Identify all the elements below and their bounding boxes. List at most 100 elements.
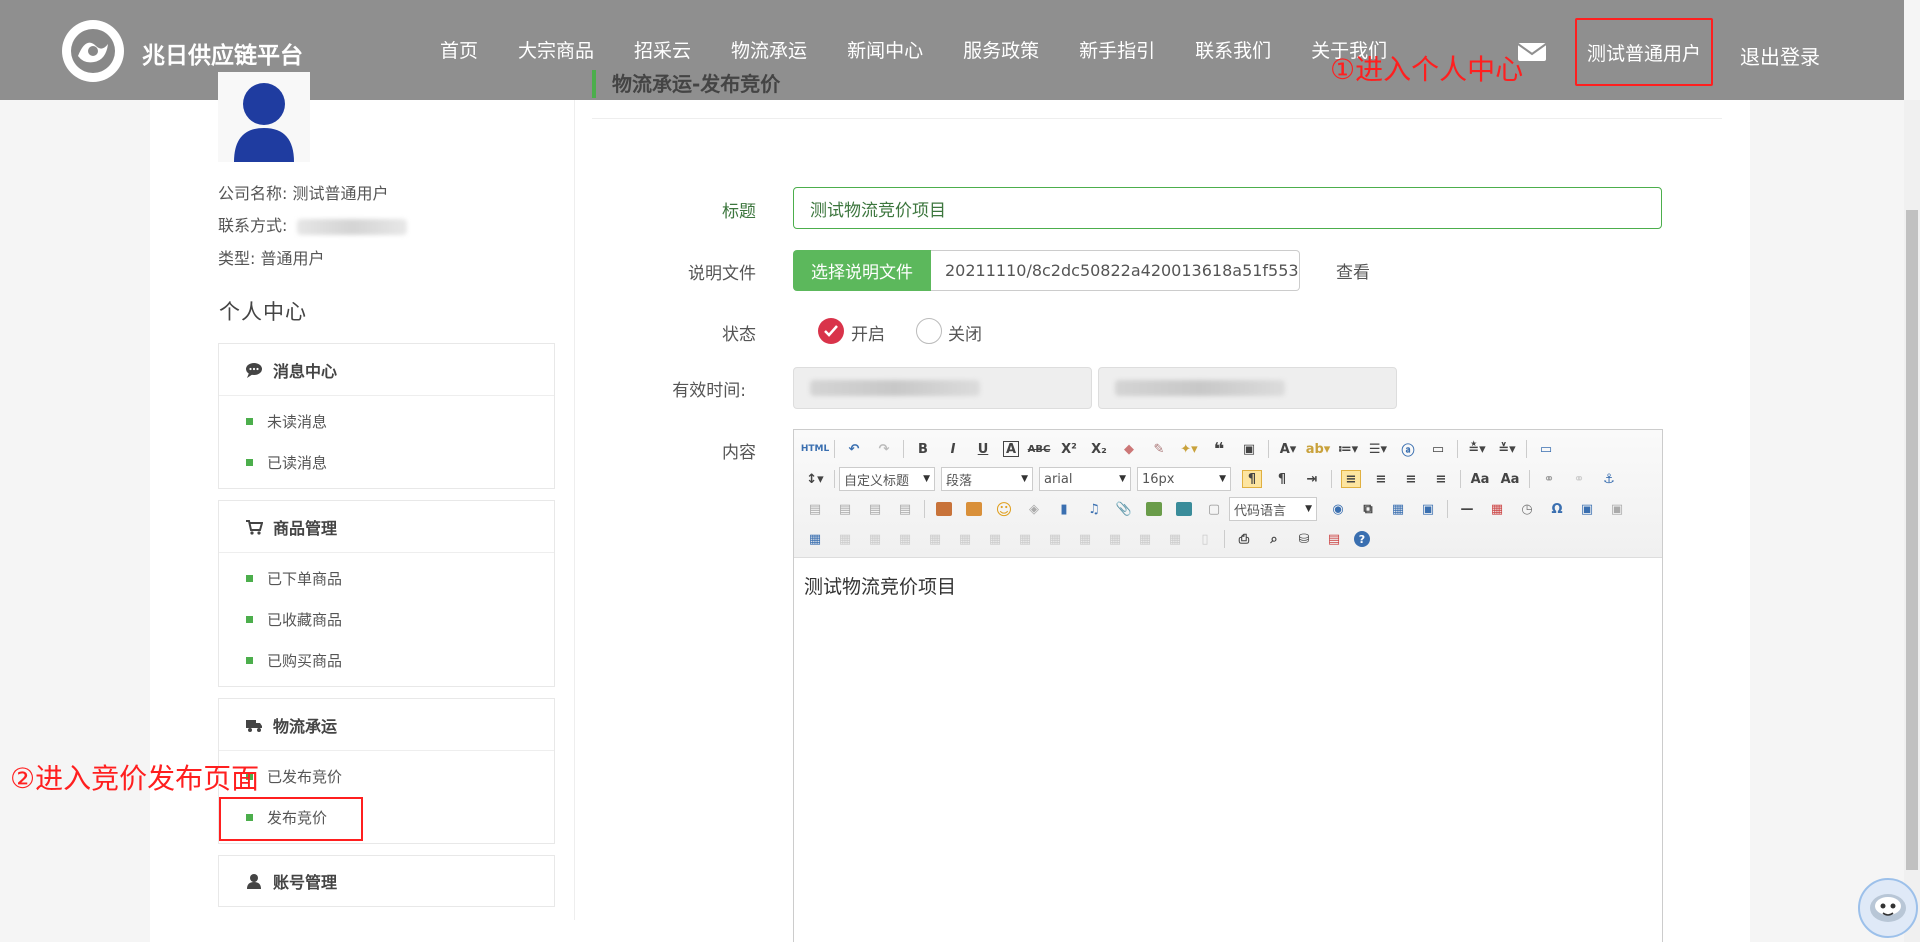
delete-table-icon[interactable]: ▦: [835, 530, 855, 548]
align-left-icon[interactable]: ≡: [1341, 470, 1361, 488]
page-scrollbar[interactable]: [1904, 100, 1920, 942]
scrollbar-thumb[interactable]: [1906, 210, 1918, 870]
nav-procurement[interactable]: 招采云: [634, 36, 691, 63]
nav-contact[interactable]: 联系我们: [1195, 36, 1271, 63]
nav-guide[interactable]: 新手指引: [1079, 36, 1155, 63]
auto-format-icon[interactable]: ✦▾: [1179, 440, 1199, 458]
nav-news[interactable]: 新闻中心: [847, 36, 923, 63]
uppercase-icon[interactable]: Aa: [1470, 470, 1490, 488]
status-off-radio[interactable]: [916, 318, 942, 344]
paste-text-icon[interactable]: ▣: [1239, 440, 1259, 458]
nav-policy[interactable]: 服务政策: [963, 36, 1039, 63]
preview-search-icon[interactable]: ⌕: [1264, 530, 1284, 548]
italic-icon[interactable]: I: [943, 440, 963, 458]
split-cols-icon[interactable]: ▦: [1165, 530, 1185, 548]
select-all-icon[interactable]: ⓐ: [1398, 440, 1418, 459]
anchor-icon[interactable]: ⚓: [1599, 470, 1619, 488]
format-painter-icon[interactable]: ✎: [1149, 440, 1169, 458]
emotion-icon[interactable]: ☺: [994, 500, 1014, 519]
logout-link[interactable]: 退出登录: [1740, 41, 1820, 70]
nav-commodities[interactable]: 大宗商品: [518, 36, 594, 63]
brand-name[interactable]: 兆日供应链平台: [142, 36, 303, 70]
editor-content[interactable]: 测试物流竞价项目: [794, 558, 1662, 613]
draft-icon[interactable]: ▤: [1324, 530, 1344, 548]
merge-down-icon[interactable]: ▦: [1075, 530, 1095, 548]
preview-icon[interactable]: ▭: [1536, 440, 1556, 458]
rtl-direction-icon[interactable]: ¶: [1272, 470, 1292, 488]
user-center-link[interactable]: 测试普通用户: [1587, 39, 1701, 66]
ltr-direction-icon[interactable]: ¶: [1242, 470, 1262, 488]
font-color-icon[interactable]: A▾: [1278, 440, 1298, 458]
snapscreen-icon[interactable]: ▣: [1418, 500, 1438, 518]
insert-row-icon[interactable]: ▦: [895, 530, 915, 548]
nav-home[interactable]: 首页: [440, 36, 478, 63]
view-file-link[interactable]: 查看: [1336, 258, 1370, 283]
insert-col-icon[interactable]: ▦: [955, 530, 975, 548]
logo-icon[interactable]: [62, 20, 124, 82]
strikethrough-icon[interactable]: ABC: [1028, 440, 1051, 458]
split-rows-icon[interactable]: ▦: [1135, 530, 1155, 548]
time-icon[interactable]: ◷: [1517, 500, 1537, 518]
unlink-icon[interactable]: ⚭: [1569, 470, 1589, 488]
bold-icon[interactable]: B: [913, 440, 933, 458]
merge-right-icon[interactable]: ▦: [1045, 530, 1065, 548]
font-family-select[interactable]: arial ▼: [1039, 467, 1131, 491]
sidebar-item-ordered[interactable]: 已下单商品: [219, 558, 554, 599]
sidebar-item-read[interactable]: 已读消息: [219, 442, 554, 483]
eraser-icon[interactable]: ◆: [1119, 440, 1139, 458]
template-icon[interactable]: ▦: [1388, 500, 1408, 518]
font-size-select[interactable]: 16px ▼: [1137, 467, 1231, 491]
special-chars-icon[interactable]: Ω: [1547, 500, 1567, 518]
row-spacing-bottom-icon[interactable]: ≚▾: [1497, 440, 1517, 458]
page-break-icon[interactable]: ◉: [1328, 500, 1348, 518]
indent-icon[interactable]: ⇥: [1302, 470, 1322, 488]
insert-frame-icon[interactable]: ▢: [1204, 500, 1224, 518]
status-on-radio[interactable]: [818, 318, 844, 344]
print-icon[interactable]: ⎙: [1234, 530, 1254, 548]
sidebar-item-unread[interactable]: 未读消息: [219, 401, 554, 442]
redo-icon[interactable]: ↷: [874, 440, 894, 458]
panel-head-account[interactable]: 账号管理: [219, 856, 554, 906]
insert-paragraph-before-table-icon[interactable]: ▦: [865, 530, 885, 548]
image-right-icon[interactable]: ▤: [865, 500, 885, 518]
help-icon[interactable]: ?: [1354, 531, 1370, 547]
search-replace-binoculars-icon[interactable]: ⛁: [1294, 530, 1314, 548]
unordered-list-icon[interactable]: ☰▾: [1368, 440, 1388, 458]
sidebar-item-purchased[interactable]: 已购买商品: [219, 640, 554, 681]
nav-logistics[interactable]: 物流承运: [731, 36, 807, 63]
status-off-label[interactable]: 关闭: [948, 320, 982, 345]
blockquote-icon[interactable]: ❝: [1209, 439, 1229, 460]
ordered-list-icon[interactable]: ≔▾: [1338, 440, 1358, 458]
insert-video-icon[interactable]: ▮: [1054, 500, 1074, 518]
end-date-field[interactable]: [1098, 367, 1397, 409]
align-center-icon[interactable]: ≡: [1371, 470, 1391, 488]
delete-col-icon[interactable]: ▦: [985, 530, 1005, 548]
highlight-color-icon[interactable]: ab▾: [1306, 440, 1331, 458]
subscript-icon[interactable]: X₂: [1089, 440, 1109, 458]
lowercase-icon[interactable]: Aa: [1500, 470, 1520, 488]
heading-select[interactable]: 自定义标题 ▼: [839, 467, 935, 491]
code-language-select[interactable]: 代码语言 ▼: [1229, 497, 1317, 521]
start-date-field[interactable]: [793, 367, 1092, 409]
file-name-field[interactable]: 20211110/8c2dc50822a420013618a51f553: [931, 250, 1300, 291]
map-icon[interactable]: [1144, 500, 1164, 518]
horizontal-rule-icon[interactable]: —: [1457, 500, 1477, 518]
search-replace-icon[interactable]: ▣: [1607, 500, 1627, 518]
sidebar-item-published-bids[interactable]: 已发布竞价: [219, 756, 554, 797]
scrawl-icon[interactable]: ◈: [1024, 500, 1044, 518]
title-input[interactable]: 测试物流竞价项目: [793, 187, 1662, 229]
gmap-icon[interactable]: [1174, 500, 1194, 518]
image-none-icon[interactable]: ▤: [805, 500, 825, 518]
delete-row-icon[interactable]: ▦: [925, 530, 945, 548]
choose-file-button[interactable]: 选择说明文件: [793, 250, 931, 291]
insert-table-icon[interactable]: ▦: [805, 530, 825, 548]
image-center-icon[interactable]: ▤: [895, 500, 915, 518]
simple-upload-icon[interactable]: [934, 500, 954, 518]
charts-icon[interactable]: ▯: [1195, 530, 1215, 548]
image-left-icon[interactable]: ▤: [835, 500, 855, 518]
date-icon[interactable]: ▦: [1487, 500, 1507, 518]
split-cells-icon[interactable]: ▦: [1105, 530, 1125, 548]
status-on-label[interactable]: 开启: [851, 320, 885, 345]
music-icon[interactable]: ♫: [1084, 500, 1104, 518]
clear-doc-icon[interactable]: ▭: [1428, 440, 1448, 458]
